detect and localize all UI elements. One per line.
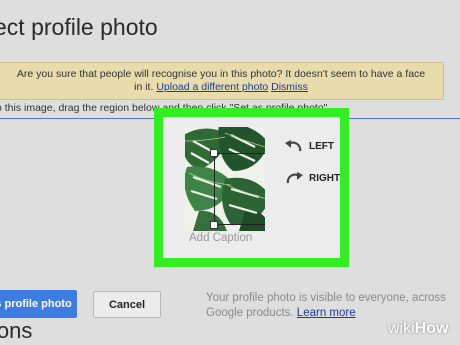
warning-text: Are you sure that people will recognise …: [16, 68, 426, 80]
set-as-profile-photo-button[interactable]: s profile photo: [0, 290, 77, 318]
background-heading: ions: [0, 318, 33, 343]
rotate-left-label: LEFT: [309, 140, 334, 152]
dismiss-link[interactable]: Dismiss: [271, 81, 308, 93]
rotate-right-button[interactable]: RIGHT: [285, 171, 340, 185]
wikihow-watermark: wikiHow: [388, 320, 448, 338]
profile-photo-dialog: ect profile photo Are you sure that peop…: [0, 0, 460, 345]
add-caption-field[interactable]: Add Caption: [189, 232, 252, 244]
rotate-left-icon: [285, 140, 302, 152]
crop-region[interactable]: [210, 149, 265, 229]
visibility-note: Your profile photo is visible to everyon…: [206, 291, 446, 321]
rotate-right-icon: [286, 172, 303, 184]
cancel-button[interactable]: Cancel: [93, 291, 161, 318]
upload-different-photo-link[interactable]: Upload a different photo: [156, 81, 268, 93]
watermark-suffix: How: [414, 320, 449, 337]
dialog-title: ect profile photo: [0, 14, 158, 40]
rotate-right-label: RIGHT: [309, 172, 341, 184]
rotate-left-button[interactable]: LEFT: [285, 139, 334, 153]
photo-editor-highlight: LEFT RIGHT Add Caption: [154, 108, 349, 267]
crop-handle-bottom-left[interactable]: [210, 221, 218, 229]
crop-handle-top-left[interactable]: [210, 149, 218, 157]
face-warning-banner: Are you sure that people will recognise …: [0, 62, 444, 100]
photo-preview: [185, 127, 265, 231]
learn-more-link[interactable]: Learn more: [297, 307, 356, 319]
warning-text-line2: in it.: [134, 81, 154, 93]
watermark-prefix: wiki: [388, 320, 415, 337]
